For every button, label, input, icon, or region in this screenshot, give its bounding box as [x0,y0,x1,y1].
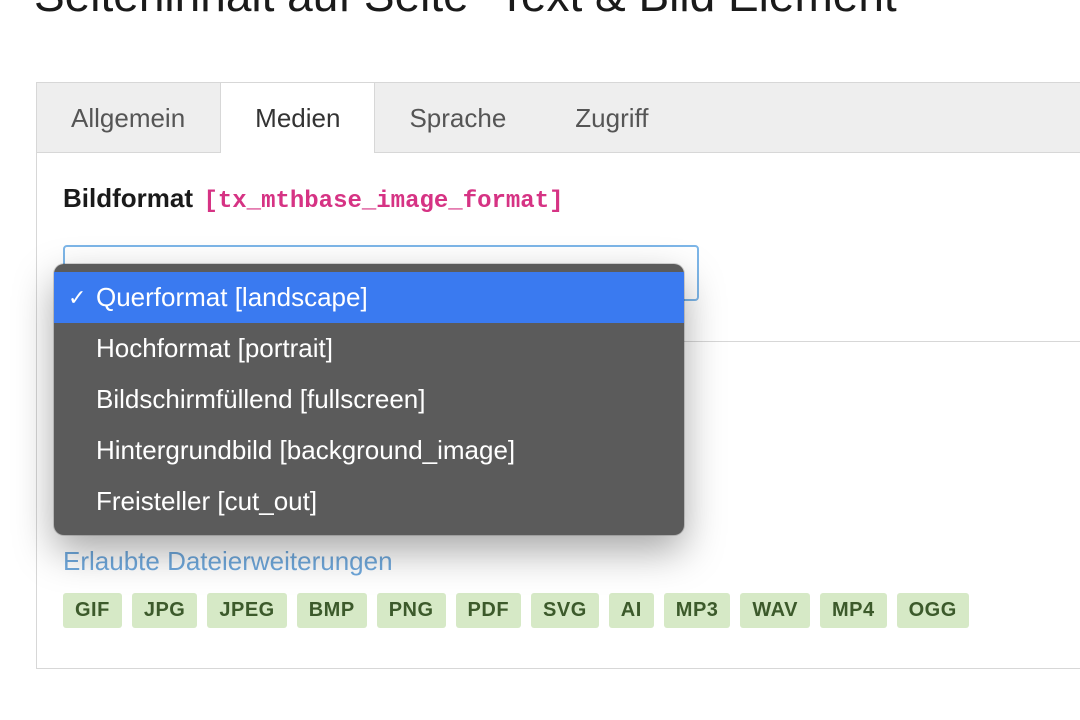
ext-badge: GIF [63,593,122,628]
ext-badge: AI [609,593,654,628]
check-icon: ✓ [68,285,96,311]
ext-badge: OGG [897,593,969,628]
ext-badge: PDF [456,593,522,628]
dropdown-item-cut-out[interactable]: Freisteller [cut_out] [54,476,684,527]
dropdown-item-label: Hochformat [portrait] [96,333,333,364]
dropdown-item-fullscreen[interactable]: Bildschirmfüllend [fullscreen] [54,374,684,425]
dropdown-item-portrait[interactable]: Hochformat [portrait] [54,323,684,374]
field-tech-name: [tx_mthbase_image_format] [203,188,563,215]
dropdown-item-label: Freisteller [cut_out] [96,486,317,517]
dropdown-item-label: Hintergrundbild [background_image] [96,435,515,466]
tab-medien[interactable]: Medien [220,83,375,153]
ext-badge: JPEG [207,593,286,628]
image-format-dropdown[interactable]: ✓ Querformat [landscape] Hochformat [por… [54,264,684,535]
tab-bar: Allgemein Medien Sprache Zugriff [37,83,1080,153]
ext-badge: WAV [740,593,810,628]
ext-badge: PNG [377,593,446,628]
ext-badge: JPG [132,593,198,628]
field-header: Bildformat [tx_mthbase_image_format] [63,183,1080,215]
page-title: Seiteninhalt auf Seite "Text & Bild Elem… [0,0,1080,18]
ext-badge: MP3 [664,593,731,628]
ext-badge: SVG [531,593,599,628]
dropdown-item-label: Querformat [landscape] [96,282,368,313]
dropdown-item-label: Bildschirmfüllend [fullscreen] [96,384,425,415]
ext-badge: MP4 [820,593,887,628]
allowed-extensions-label: Erlaubte Dateierweiterungen [63,546,1080,577]
dropdown-item-background-image[interactable]: Hintergrundbild [background_image] [54,425,684,476]
allowed-extensions-badges: GIF JPG JPEG BMP PNG PDF SVG AI MP3 WAV … [63,593,1080,628]
dropdown-item-landscape[interactable]: ✓ Querformat [landscape] [54,272,684,323]
tab-zugriff[interactable]: Zugriff [541,83,683,152]
ext-badge: BMP [297,593,367,628]
tab-allgemein[interactable]: Allgemein [37,83,220,152]
field-label: Bildformat [63,183,193,213]
tab-sprache[interactable]: Sprache [375,83,541,152]
